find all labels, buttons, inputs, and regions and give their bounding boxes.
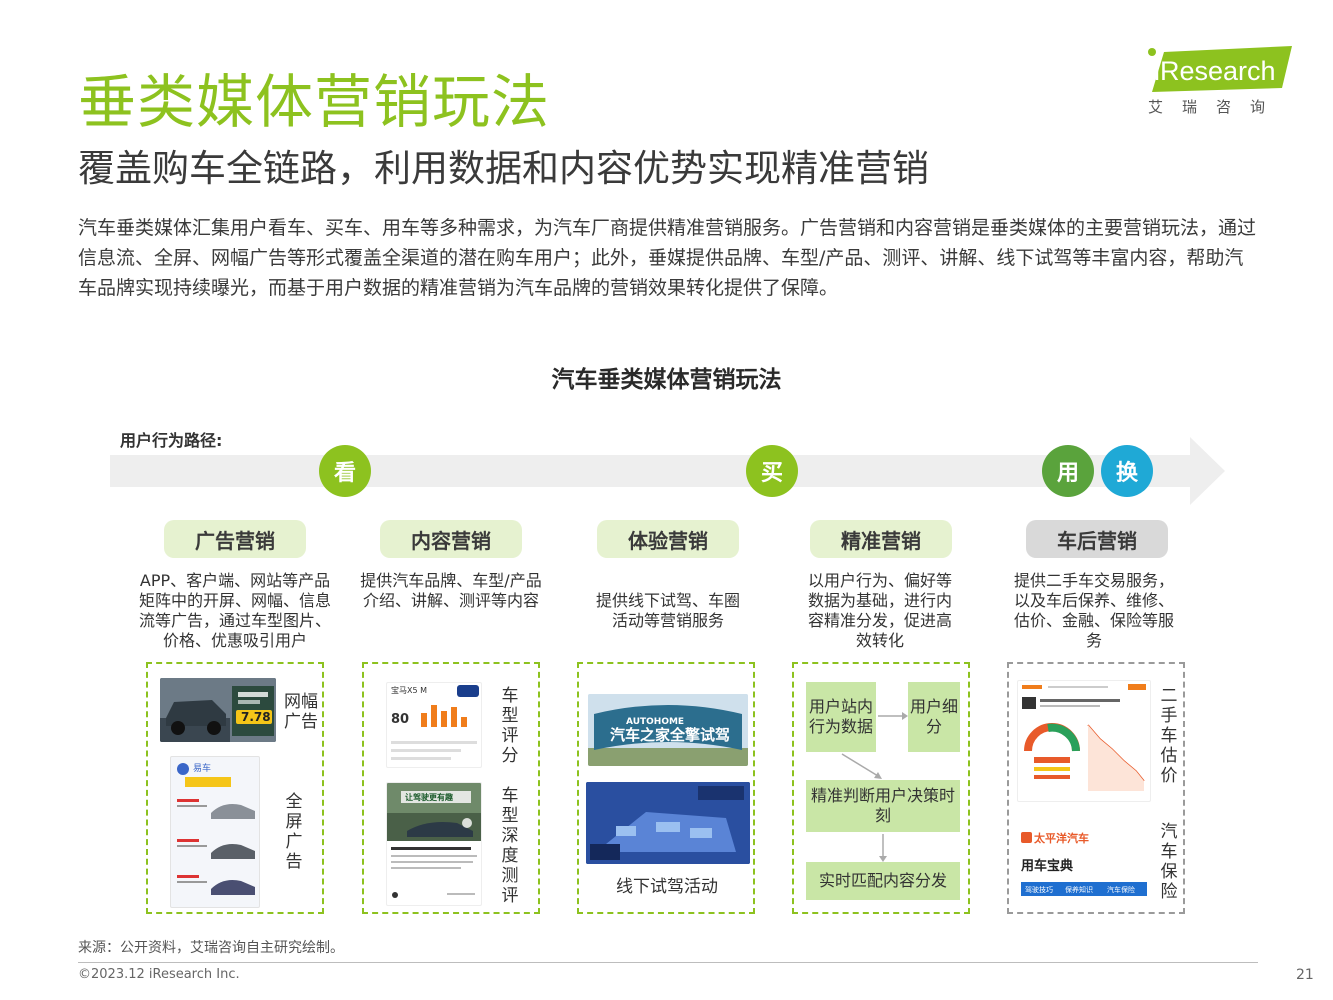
insurance-title-text: 用车宝典 [1020, 858, 1073, 874]
label-banner-ad: 网幅广告 [284, 692, 318, 732]
logo-text: iResearch [1154, 56, 1276, 86]
score-value-text: 80 [391, 712, 409, 727]
insurance-tab-maintenance: 保养知识 [1065, 885, 1093, 894]
fullscreen-brand-text: 易车 [193, 762, 211, 774]
test-drive-venue-image [586, 782, 750, 864]
fullscreen-ad-screenshot: 易车 [170, 756, 260, 908]
label-fullscreen-ad: 全屏广告 [285, 792, 303, 872]
desc-aftermarket-marketing: 提供二手车交易服务，以及车后保养、维修、估价、金融、保险等服务 [1014, 571, 1175, 650]
footer-divider [78, 962, 1258, 963]
stage-use-label: 用 [1056, 461, 1079, 486]
stage-buy-label: 买 [760, 461, 783, 486]
insurance-tab-driving: 驾驶技巧 [1025, 885, 1053, 894]
review-banner-text: 让驾驶更有趣 [405, 792, 454, 802]
box-aftermarket-marketing: 二手车估价 太平洋汽车 用车宝典 驾驶技巧 保养知识 汽车保险 汽车保险 [1007, 662, 1185, 914]
intro-paragraph: 汽车垂类媒体汇集用户看车、买车、用车等多种需求，为汽车厂商提供精准营销服务。广告… [78, 217, 1257, 299]
box-ad-marketing: 7.78 网幅广告 易车 全屏广告 [146, 662, 324, 914]
score-model-text: 宝马X5 M [391, 685, 427, 695]
pill-ad-marketing: 广告营销 [164, 520, 306, 558]
stage-use-circle: 用 [1042, 445, 1094, 497]
source-note: 来源：公开资料，艾瑞咨询自主研究绘制。 [78, 940, 344, 956]
used-car-valuation-screenshot [1017, 680, 1151, 802]
box-precision-marketing: 用户站内行为数据 用户细分 精准判断用户决策时刻 实时匹配内容分发 [792, 662, 970, 914]
test-drive-banner: AUTOHOME 汽车之家全擎试驾 [588, 694, 748, 766]
model-score-screenshot: 宝马X5 M 80 [386, 682, 482, 768]
suv-image: 7.78 [160, 678, 276, 742]
page-number: 21 [1296, 967, 1314, 983]
desc-content-marketing: 提供汽车品牌、车型/产品介绍、讲解、测评等内容 [360, 571, 542, 610]
flow-arrows [841, 712, 908, 862]
desc-precision-marketing: 以用户行为、偏好等数据为基础，进行内容精准分发，促进高效转化 [807, 571, 952, 650]
insurance-tab-insurance: 汽车保险 [1107, 885, 1135, 894]
pill-aftermarket-marketing: 车后营销 [1026, 520, 1168, 558]
label-test-drive: 线下试驾活动 [616, 877, 718, 897]
pill-experience-marketing: 体验营销 [597, 520, 739, 558]
label-model-score: 车型评分 [501, 686, 519, 766]
insurance-brand-text: 太平洋汽车 [1033, 831, 1089, 845]
pill-content-marketing: 内容营销 [380, 520, 522, 558]
desc-experience-marketing: 提供线下试驾、车圈活动等营销服务 [595, 591, 740, 630]
diagram-title: 汽车垂类媒体营销玩法 [551, 367, 782, 393]
desc-ad-marketing: APP、客户端、网站等产品矩阵中的开屏、网幅、信息流等广告，通过车型图片、价格、… [138, 571, 331, 650]
label-deep-review: 车型深度测评 [501, 786, 519, 906]
stage-swap-circle: 换 [1101, 445, 1153, 497]
page-subtitle: 覆盖购车全链路，利用数据和内容优势实现精准营销 [78, 147, 929, 190]
logo-subtext: 艾瑞咨询 [1148, 98, 1285, 116]
stage-buy-circle: 买 [746, 445, 798, 497]
label-used-car-valuation: 二手车估价 [1160, 686, 1178, 786]
deep-review-screenshot: 让驾驶更有趣 [386, 782, 482, 906]
stage-swap-label: 换 [1115, 461, 1138, 486]
test-drive-cn-text: 汽车之家全擎试驾 [610, 726, 730, 744]
copyright: ©2023.12 iResearch Inc. [78, 967, 240, 982]
car-insurance-screenshot: 太平洋汽车 用车宝典 驾驶技巧 保养知识 汽车保险 [1017, 824, 1149, 904]
pill-precision-marketing: 精准营销 [810, 520, 952, 558]
page-title: 垂类媒体营销玩法 [78, 68, 551, 136]
label-car-insurance: 汽车保险 [1160, 822, 1178, 902]
stage-look-circle: 看 [319, 445, 371, 497]
box-experience-marketing: AUTOHOME 汽车之家全擎试驾 线下试驾活动 [577, 662, 755, 914]
stage-look-label: 看 [333, 461, 356, 486]
banner-price-text: 7.78 [241, 710, 271, 724]
box-content-marketing: 宝马X5 M 80 车型评分 让驾驶更有趣 车型深度测评 [362, 662, 540, 914]
banner-ad-screenshot: 7.78 [160, 678, 276, 742]
